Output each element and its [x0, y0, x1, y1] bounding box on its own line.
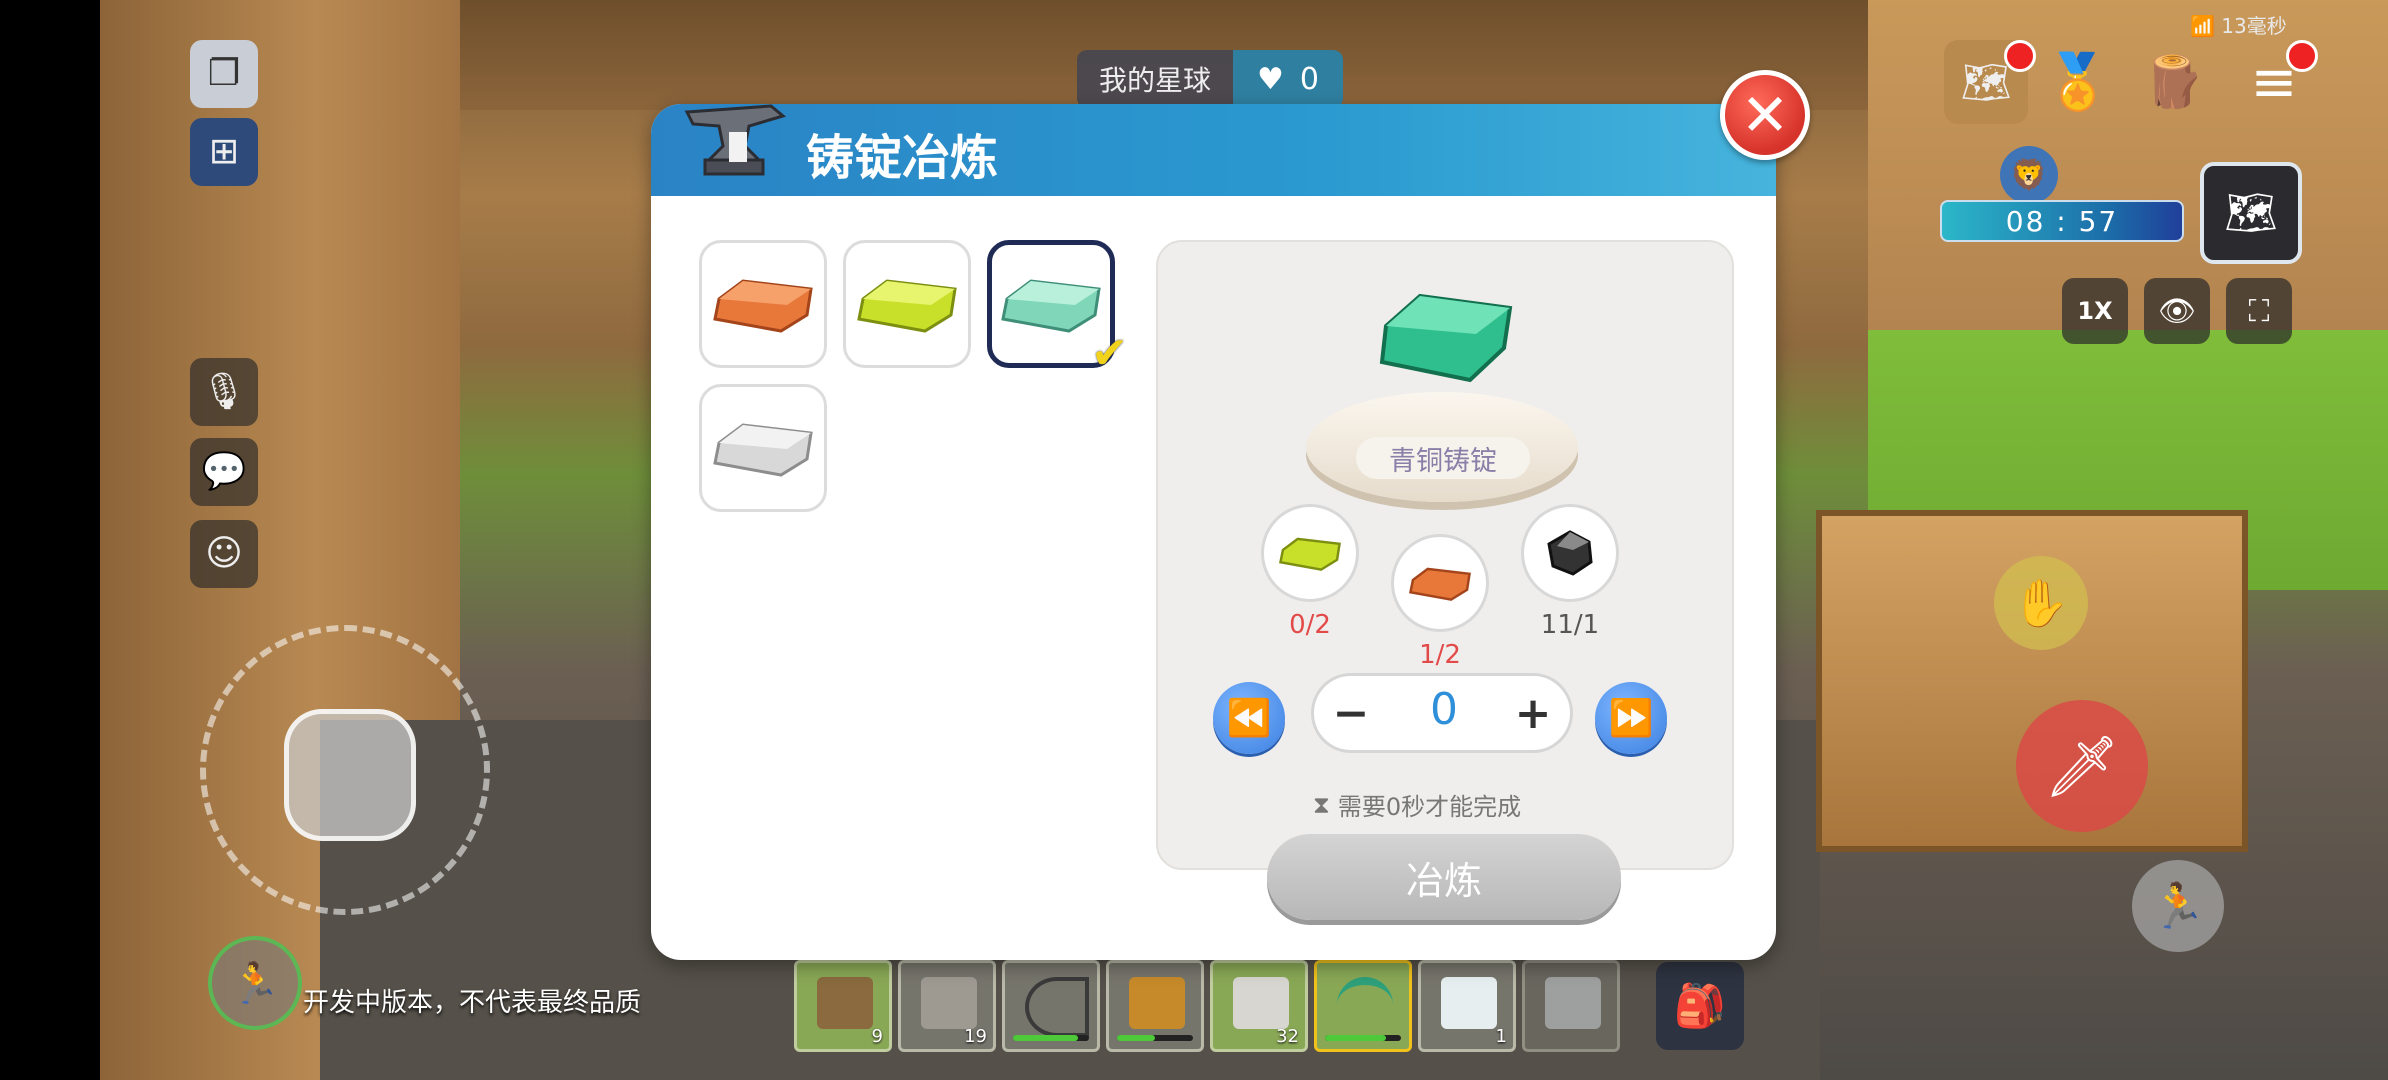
sulfur-ingot-icon	[1279, 537, 1341, 571]
product-name: 青铜铸锭	[1356, 437, 1530, 479]
recipe-bronze-ingot[interactable]: ✔	[987, 240, 1128, 379]
coal-icon	[1547, 530, 1593, 576]
rewind-icon: ⏪	[1226, 698, 1272, 739]
rewind-min-button[interactable]: ⏪	[1213, 682, 1285, 754]
bronze-ingot-product-icon	[1379, 293, 1513, 383]
hotbar-slot[interactable]: 1	[1418, 960, 1516, 1052]
hotbar-slot[interactable]	[1002, 960, 1100, 1052]
anvil-icon	[684, 104, 787, 176]
time-requirement: ⧗ 需要0秒才能完成	[1313, 787, 1521, 822]
smelting-dialog: 铸锭冶炼 ✔ 青铜铸锭 0/2 1/2 11/1 ⏪ − 0 + ⏩ ⧗ 需要0…	[651, 104, 1776, 960]
menu-notification-dot	[2286, 40, 2318, 72]
stone-block-icon	[1233, 977, 1289, 1029]
sulfur-ingot-icon	[857, 279, 957, 333]
dev-version-note: 开发中版本，不代表最终品质	[303, 988, 642, 1018]
medal-icon[interactable]: 🏅	[2036, 40, 2120, 124]
camera-mode-icon[interactable]: ⛶	[2226, 278, 2292, 344]
block-icon	[1545, 977, 1601, 1029]
hotbar-slot[interactable]: 19	[898, 960, 996, 1052]
axe-icon	[1129, 977, 1185, 1029]
fast-forward-icon: ⏩	[1608, 698, 1654, 739]
slot-count: 9	[871, 1026, 883, 1047]
smelting-panel: 青铜铸锭 0/2 1/2 11/1 ⏪ − 0 + ⏩ ⧗ 需要0秒才能完成	[1156, 240, 1734, 870]
bronze-ingot-icon	[1001, 279, 1101, 333]
movement-joystick[interactable]	[200, 625, 490, 915]
joystick-knob[interactable]	[284, 709, 416, 841]
planet-label: 我的星球	[1077, 50, 1234, 108]
hand-interact-icon[interactable]: ✋	[1994, 556, 2088, 650]
notification-dot	[2004, 40, 2036, 72]
durability-bar	[1013, 1035, 1089, 1041]
day-timer: 08 : 57	[1940, 200, 2184, 242]
copy-icon[interactable]: ❐	[190, 40, 258, 108]
sprint-button[interactable]: 🏃	[208, 936, 302, 1030]
silver-ingot-icon	[713, 423, 813, 477]
hotbar-slot-selected[interactable]	[1314, 960, 1412, 1052]
slot-count: 32	[1276, 1026, 1299, 1047]
avatar[interactable]: 🦁	[2000, 146, 2058, 204]
hotbar-slot[interactable]: 9	[794, 960, 892, 1052]
hotbar-slot[interactable]	[1522, 960, 1620, 1052]
ingredient-count: 11/1	[1540, 610, 1600, 640]
pickaxe-icon	[1337, 977, 1393, 1037]
smelt-button[interactable]: 冶炼	[1267, 834, 1621, 920]
planet-count: 0	[1299, 61, 1320, 97]
glass-icon	[1441, 977, 1497, 1029]
add-friend-icon[interactable]: ⊞	[190, 118, 258, 186]
plus-button[interactable]: +	[1510, 688, 1556, 739]
slot-count: 1	[1495, 1026, 1507, 1047]
running-icon: 🏃	[230, 960, 280, 1007]
ingredient-copper-ingot[interactable]	[1391, 534, 1489, 632]
rail-icon	[817, 977, 873, 1029]
network-status: 📶 13毫秒	[2190, 10, 2287, 39]
hotbar-slot[interactable]: 32	[1210, 960, 1308, 1052]
time-note-text: 需要0秒才能完成	[1337, 793, 1522, 821]
heart-icon: ♥	[1257, 61, 1284, 97]
ingredient-coal[interactable]	[1521, 504, 1619, 602]
quantity-value: 0	[1430, 684, 1458, 735]
recipe-silver-ingot[interactable]	[699, 384, 827, 512]
sword-attack-icon[interactable]: 🗡	[2016, 700, 2148, 832]
hotbar[interactable]: 9 19 32 1	[794, 960, 1620, 1052]
view-eye-icon[interactable]: 👁	[2144, 278, 2210, 344]
recipe-sulfur-ingot[interactable]	[843, 240, 971, 368]
backpack-icon[interactable]: 🎒	[1656, 962, 1744, 1050]
my-planet-tag[interactable]: 我的星球 ♥ 0	[1077, 50, 1344, 108]
copper-ingot-icon	[1409, 567, 1471, 601]
fast-forward-max-button[interactable]: ⏩	[1595, 682, 1667, 754]
recipe-copper-ingot[interactable]	[699, 240, 827, 368]
dialog-title: 铸锭冶炼	[806, 130, 999, 186]
ingredient-count: 1/2	[1419, 640, 1461, 670]
stone-stairs-icon	[921, 977, 977, 1029]
slot-count: 19	[964, 1026, 987, 1047]
ingredient-sulfur-ingot[interactable]	[1261, 504, 1359, 602]
hourglass-icon: ⧗	[1313, 790, 1330, 819]
minus-button[interactable]: −	[1328, 688, 1374, 739]
latency-text: 13毫秒	[2221, 14, 2287, 38]
zoom-button[interactable]: 1X	[2062, 278, 2128, 344]
map-icon[interactable]: 🗺	[2200, 162, 2302, 264]
voice-icon[interactable]: 🎙	[190, 358, 258, 426]
quantity-stepper[interactable]: − 0 +	[1311, 673, 1573, 753]
durability-bar	[1117, 1035, 1193, 1041]
durability-bar	[1325, 1035, 1401, 1041]
hotbar-slot[interactable]	[1106, 960, 1204, 1052]
chat-icon[interactable]: 💬	[190, 438, 258, 506]
copper-ingot-icon	[713, 279, 813, 333]
tree-stump-icon[interactable]: 🪵	[2132, 40, 2216, 124]
jump-icon[interactable]: 🏃	[2132, 860, 2224, 952]
emote-icon[interactable]: ☺	[190, 520, 258, 588]
bow-icon	[1025, 977, 1089, 1037]
wifi-icon: 📶	[2190, 14, 2215, 38]
close-button[interactable]: ✕	[1720, 70, 1810, 160]
screen-notch-bar	[0, 0, 100, 1080]
selected-check-icon: ✔	[1091, 328, 1128, 379]
ingredient-count: 0/2	[1289, 610, 1331, 640]
planet-likes: ♥ 0	[1233, 50, 1344, 108]
